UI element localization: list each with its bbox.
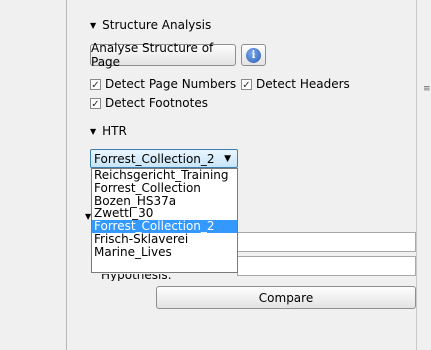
detect-footnotes-label: Detect Footnotes [105,96,208,110]
dropdown-option[interactable]: Marine_Lives [92,245,237,259]
detect-headers-checkbox[interactable]: ✓ Detect Headers [241,77,350,91]
info-icon: i [246,47,261,63]
checkbox-checked-icon: ✓ [90,78,101,91]
htr-model-dropdown-list[interactable]: Reichsgericht_Training Forrest_Collectio… [91,168,238,273]
detect-page-numbers-checkbox[interactable]: ✓ Detect Page Numbers [90,77,236,91]
expanded-triangle-icon: ▼ [90,126,97,136]
analyse-structure-button[interactable]: Analyse Structure of Page [90,41,236,69]
detect-headers-label: Detect Headers [256,77,350,91]
compare-button[interactable]: Compare [156,286,416,309]
dropdown-arrow-icon: ▼ [224,153,231,164]
detect-page-numbers-label: Detect Page Numbers [105,77,237,91]
htr-title: HTR [102,124,127,138]
right-scrollbar[interactable] [416,0,431,350]
htr-model-combo[interactable]: Forrest_Collection_2 ▼ [90,149,238,168]
analyse-structure-label: Analyse Structure of Page [91,41,214,69]
dropdown-option[interactable]: Forrest_Collection [92,181,237,195]
hidden-field-2[interactable] [237,256,416,276]
detect-footnotes-checkbox[interactable]: ✓ Detect Footnotes [90,96,208,110]
left-panel [0,0,66,350]
resize-grip-icon[interactable]: ≡ [423,84,431,94]
dropdown-option[interactable]: Reichsgericht_Training [92,169,237,182]
hypothesis-label: Hypothesis: [101,274,172,281]
htr-model-value: Forrest_Collection_2 [94,151,215,166]
compare-label: Compare [258,290,314,305]
checkbox-checked-icon: ✓ [90,97,101,110]
expanded-triangle-icon: ▼ [90,20,97,30]
structure-analysis-header[interactable]: ▼ Structure Analysis [90,18,211,32]
htr-header[interactable]: ▼ HTR [90,124,127,138]
dropdown-option[interactable]: Frisch-Sklaverei [92,233,237,246]
info-button[interactable]: i [241,44,266,66]
checkbox-checked-icon: ✓ [241,78,252,91]
hidden-field-1[interactable] [237,232,416,252]
structure-analysis-title: Structure Analysis [102,18,212,32]
